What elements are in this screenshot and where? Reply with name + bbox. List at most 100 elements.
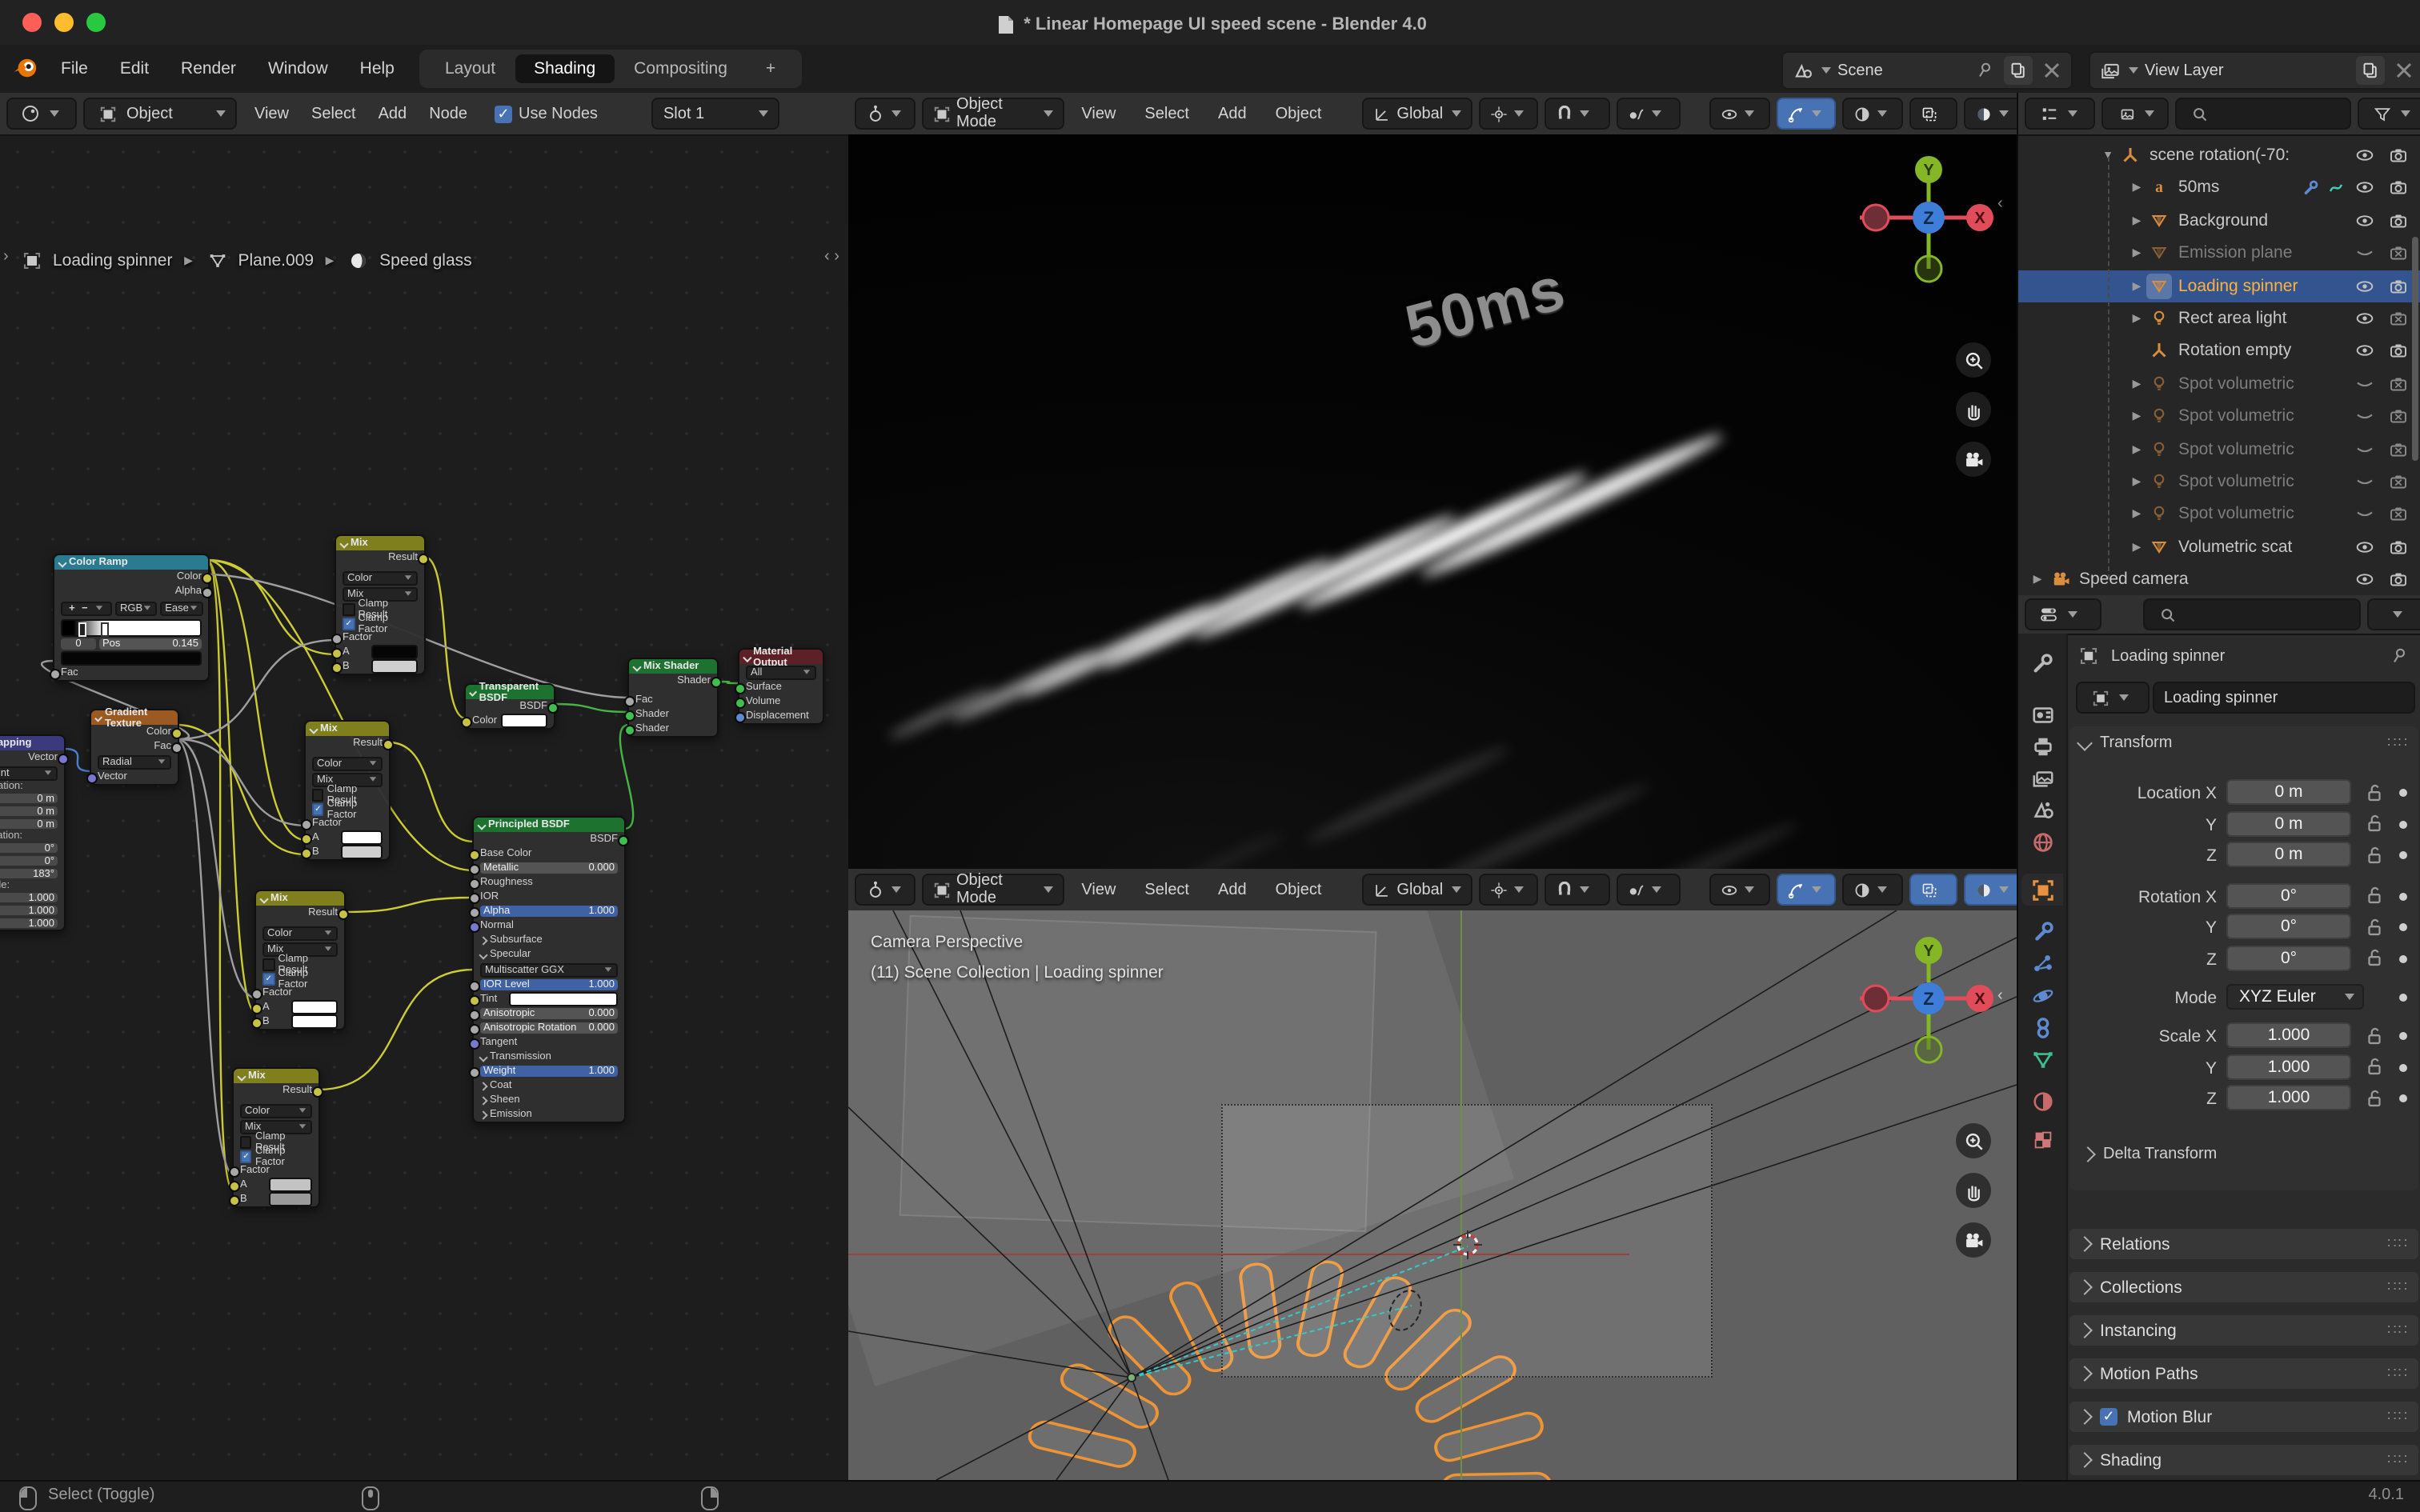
menu-window[interactable]: Window [252,45,344,93]
animate-dot[interactable] [2399,954,2407,962]
visibility-eye-closed-icon[interactable] [2348,371,2380,397]
panel-grip-icon[interactable]: ∷∷ [2387,1278,2409,1296]
lock-open-icon[interactable] [2361,1022,2386,1048]
node-checkbox[interactable]: ✓ [240,1150,252,1162]
input-socket[interactable] [331,647,343,658]
input-socket[interactable] [251,1017,262,1028]
color-ramp-gradient[interactable] [61,618,202,636]
panel-grip-icon[interactable]: ∷∷ [2387,1235,2409,1253]
node-dropdown[interactable]: Color [312,756,383,770]
node-value[interactable]: 1.000 [0,906,58,916]
color-swatch[interactable] [61,651,202,666]
node-checkbox[interactable] [262,958,274,970]
render-camera-icon[interactable] [2380,534,2415,560]
new-view-layer-button[interactable] [2356,56,2385,85]
menu-render[interactable]: Render [165,45,252,93]
animate-dot[interactable] [2399,1063,2407,1071]
properties-tab-physics[interactable] [2021,979,2063,1011]
render-camera-off-icon[interactable] [2380,469,2415,494]
visibility-eye-icon[interactable] [2348,175,2380,201]
delta-transform-header[interactable]: Delta Transform [2082,1146,2217,1163]
input-socket[interactable] [735,697,746,708]
node-header[interactable]: Transparent BSDF [466,685,554,699]
node-output[interactable]: Material OutputAllSurfaceVolumeDisplacem… [738,648,824,725]
toggle-xray-button[interactable] [1909,98,1957,130]
input-socket[interactable] [301,847,312,858]
output-socket[interactable] [312,1086,323,1097]
outliner-item-label[interactable]: Loading spinner [2178,276,2348,295]
input-socket[interactable] [469,1023,480,1034]
node-mapping[interactable]: MappingVectorPointLocation:0 m0 m0 mRota… [0,734,66,931]
expand-arrow[interactable]: ▶ [2028,573,2047,586]
input-socket[interactable] [624,695,635,706]
value-field[interactable]: 1.000 [2226,1085,2351,1110]
outliner-row[interactable]: ▶Spot volumetric [2018,433,2420,465]
outliner-row[interactable]: ▶Volumetric scat [2018,531,2420,563]
scene-name[interactable]: Scene [1837,62,1965,79]
axis-gizmo[interactable]: Y X Z [1860,155,2017,299]
properties-search-input[interactable] [2143,598,2361,630]
outliner-item-label[interactable]: Spot volumetric [2178,406,2348,426]
outliner-item-label[interactable]: 50ms [2178,178,2297,198]
expand-arrow[interactable]: ▶ [2127,475,2146,488]
show-overlays-button[interactable] [1843,98,1903,130]
zoom-button[interactable] [1956,1123,1991,1158]
render-camera-icon[interactable] [2380,175,2415,201]
menu-help[interactable]: Help [344,45,411,93]
value-field[interactable]: 0 m [2226,842,2351,867]
properties-tab-data[interactable] [2021,1043,2063,1075]
color-swatch[interactable] [341,830,383,845]
expand-arrow[interactable]: ▶ [2127,312,2146,325]
output-socket[interactable] [383,738,394,750]
outliner-row[interactable]: Rotation empty [2018,335,2420,367]
value-field[interactable]: 0° [2226,882,2351,908]
input-socket[interactable] [469,863,480,874]
editor-type-button[interactable] [855,98,915,130]
color-swatch[interactable] [501,714,547,728]
pivot-dropdown[interactable] [1478,874,1538,906]
shader-menu-select[interactable]: Select [300,105,367,122]
output-socket[interactable] [618,834,629,846]
color-swatch[interactable] [371,645,418,659]
outliner-item-label[interactable]: Spot volumetric [2178,374,2348,394]
output-socket[interactable] [202,572,213,583]
viewport-menu-select[interactable]: Select [1133,881,1200,898]
node-dropdown[interactable]: Multiscatter GGX [480,962,618,977]
visibility-eye-icon[interactable] [2348,566,2380,592]
sidebar-collapse-icon[interactable]: ‹ [1997,195,2003,213]
camera-view-button[interactable] [1956,442,1991,477]
sidebar-collapse-icon[interactable]: ‹ [1997,987,2003,1005]
properties-tab-world[interactable] [2021,826,2063,858]
input-socket[interactable] [50,668,61,679]
remove-view-layer-icon[interactable] [2391,58,2417,83]
input-socket[interactable] [229,1194,240,1206]
visibility-eye-icon[interactable] [2348,273,2380,298]
value-field[interactable]: 1.000 [2226,1022,2351,1048]
node-header[interactable]: Mix [306,722,389,736]
menu-file[interactable]: File [45,45,104,93]
properties-tab-constraints[interactable] [2021,1011,2063,1043]
node-dropdown[interactable]: Color [240,1103,312,1118]
value-field[interactable]: 0° [2226,945,2351,970]
properties-tab-scene[interactable] [2021,794,2063,826]
viewport-shading-button[interactable] [1963,98,2017,130]
panel-grip-icon[interactable]: ∷∷ [2387,734,2409,751]
output-socket[interactable] [58,753,69,764]
node-value[interactable]: 183° [0,869,58,879]
section-shading[interactable]: Shading∷∷ [2069,1445,2418,1475]
input-socket[interactable] [624,710,635,721]
lock-open-icon[interactable] [2361,1054,2386,1079]
properties-tab-object[interactable] [2021,874,2063,906]
panel-grip-icon[interactable]: ∷∷ [2387,1451,2409,1469]
zoom-button[interactable] [1956,342,1991,378]
node-value[interactable]: 1.000 [0,918,58,929]
orientation-dropdown[interactable]: Global [1361,874,1472,906]
render-camera-off-icon[interactable] [2380,403,2415,429]
render-camera-off-icon[interactable] [2380,240,2415,266]
workspace-tab-compositing[interactable]: Compositing [615,54,747,83]
outliner-row[interactable]: ▼scene rotation(-70: [2018,139,2420,171]
outliner-row[interactable]: ▶Rect area light [2018,302,2420,334]
unlink-scene-icon[interactable] [2039,58,2065,83]
properties-tab-render[interactable] [2021,698,2063,730]
properties-tab-particles[interactable] [2021,947,2063,979]
